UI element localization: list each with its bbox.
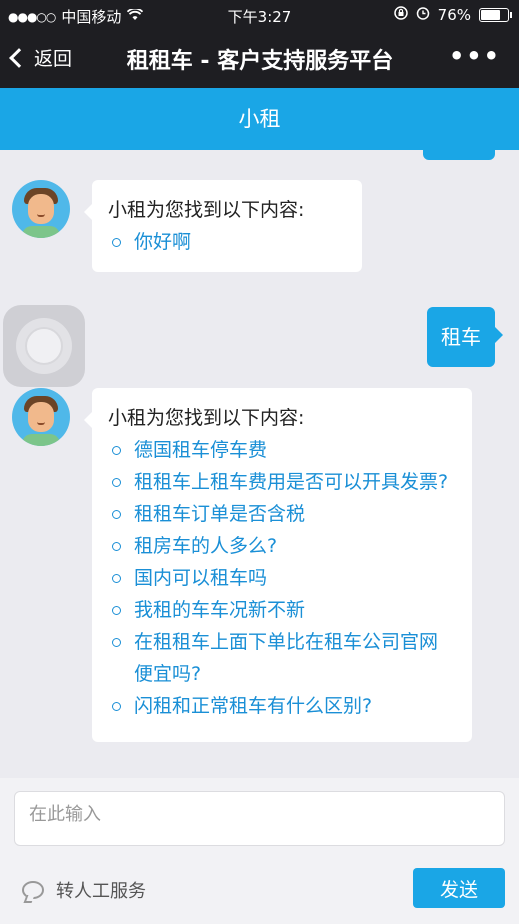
answer-link[interactable]: 在租租车上面下单比在租车公司官网便宜吗?	[108, 626, 456, 690]
input-bar: 转人工服务 发送	[0, 778, 519, 924]
answer-link[interactable]: 你好啊	[108, 226, 346, 258]
chevron-left-icon	[9, 48, 29, 68]
battery-percent: 76%	[437, 6, 471, 24]
answer-list: 你好啊	[108, 226, 346, 258]
back-button[interactable]: 返回	[9, 44, 73, 71]
message-input[interactable]	[14, 791, 505, 846]
back-label: 返回	[34, 48, 73, 70]
send-button[interactable]: 发送	[413, 868, 505, 908]
top-bar: ●●●○○ 中国移动 下午3:27 76% 返回 租租车 - 客户支持服务平台 …	[0, 0, 519, 88]
rotation-lock-icon	[393, 6, 408, 24]
bot-avatar	[12, 180, 70, 238]
nav-bar: 返回 租租车 - 客户支持服务平台 •••	[0, 30, 519, 88]
battery-level	[481, 10, 500, 20]
user-message: 租车	[427, 307, 503, 367]
bot-message: 小租为您找到以下内容: 德国租车停车费 租租车上租车费用是否可以开具发票? 租租…	[84, 388, 472, 742]
answer-link[interactable]: 闪租和正常租车有什么区别?	[108, 690, 456, 722]
assistive-touch-button[interactable]	[3, 305, 85, 387]
bot-message: 小租为您找到以下内容: 你好啊	[84, 180, 362, 272]
bot-message-intro: 小租为您找到以下内容:	[108, 407, 305, 429]
answer-link[interactable]: 租房车的人多么?	[108, 530, 456, 562]
bot-avatar	[12, 388, 70, 446]
alarm-icon	[416, 6, 430, 24]
chat-header: 小租	[0, 88, 519, 150]
answer-link[interactable]: 租租车订单是否含税	[108, 498, 456, 530]
human-service-button[interactable]: 转人工服务	[22, 877, 146, 903]
answer-list: 德国租车停车费 租租车上租车费用是否可以开具发票? 租租车订单是否含税 租房车的…	[108, 434, 456, 722]
answer-link[interactable]: 德国租车停车费	[108, 434, 456, 466]
chat-bubble-icon	[22, 881, 44, 899]
page-title: 租租车 - 客户支持服务平台	[126, 49, 394, 74]
answer-link[interactable]: 租租车上租车费用是否可以开具发票?	[108, 466, 456, 498]
more-options-button[interactable]: •••	[449, 42, 501, 70]
chat-area[interactable]: 小租为您找到以下内容: 你好啊 租车 小租为您找到以下内容: 德国租车停车费 租…	[0, 150, 519, 778]
human-service-label: 转人工服务	[56, 881, 146, 902]
answer-link[interactable]: 国内可以租车吗	[108, 562, 456, 594]
bot-message-intro: 小租为您找到以下内容:	[108, 199, 305, 221]
previous-user-bubble	[423, 150, 495, 160]
status-bar: ●●●○○ 中国移动 下午3:27 76%	[0, 0, 519, 30]
battery-icon	[479, 8, 512, 22]
answer-link[interactable]: 我租的车车况新不新	[108, 594, 456, 626]
